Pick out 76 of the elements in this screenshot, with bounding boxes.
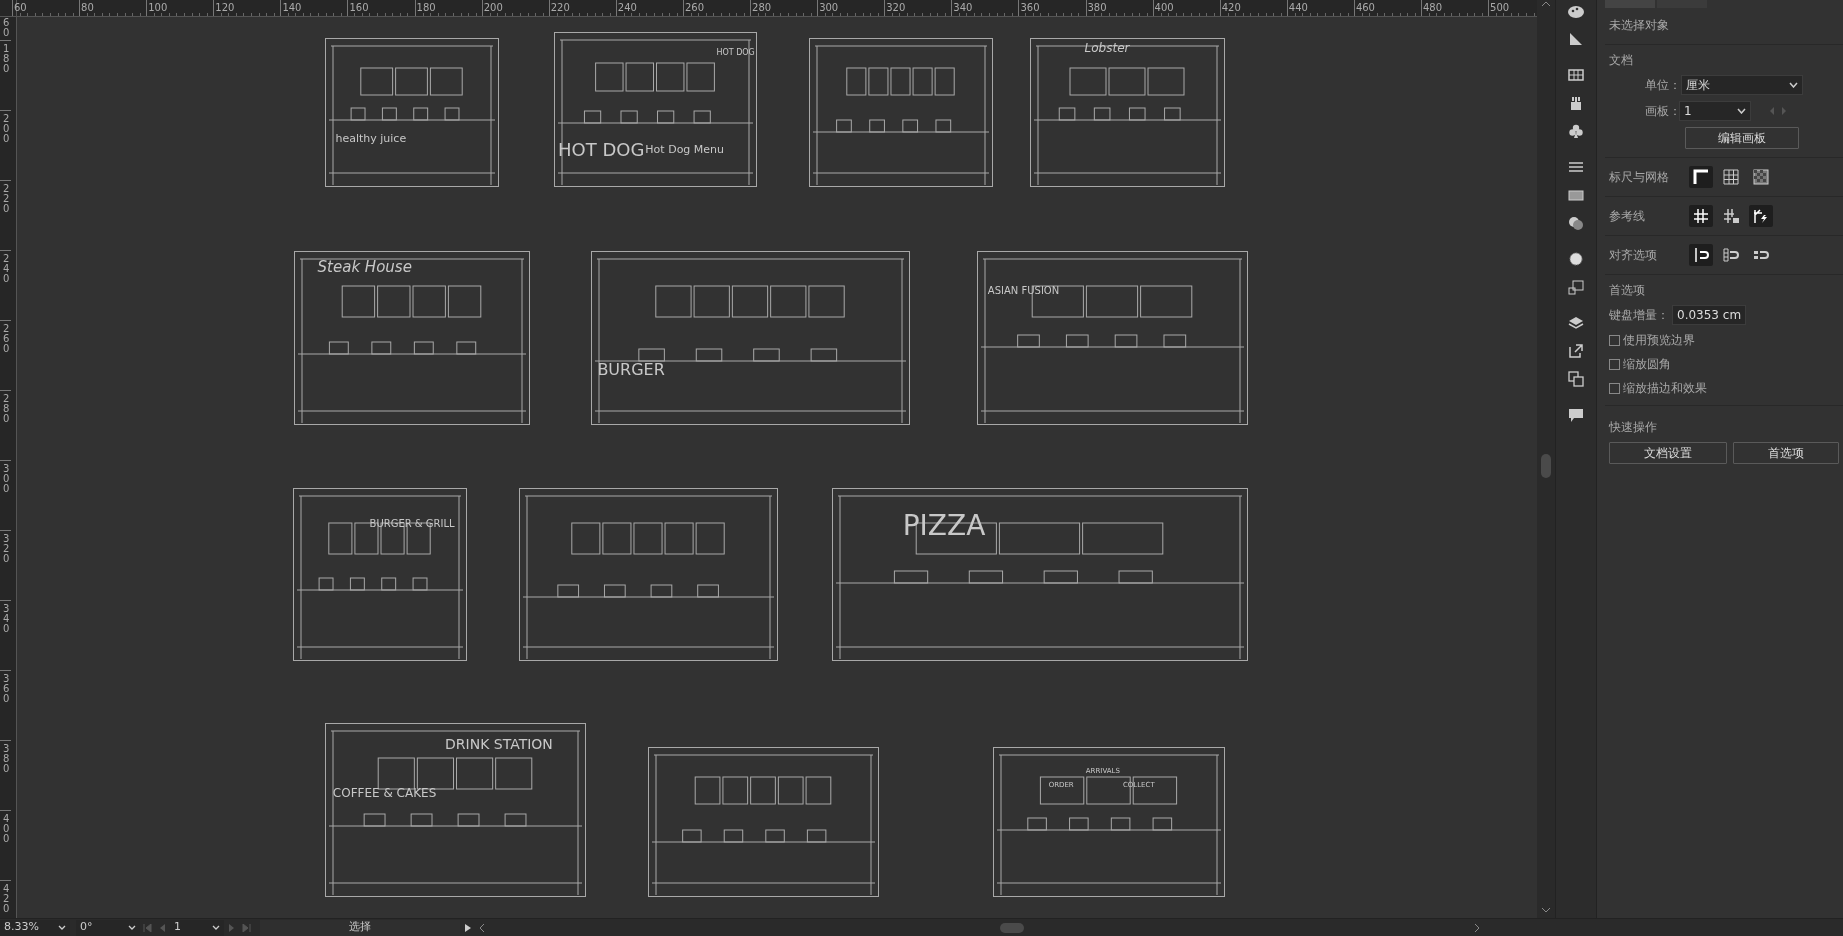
scroll-down-icon <box>1541 906 1551 914</box>
ruler-label: 280 <box>0 390 11 460</box>
sign-text: Steak House <box>317 259 412 275</box>
ruler-label: 300 <box>0 460 11 530</box>
ruler-label: 260 <box>0 320 11 390</box>
ruler-label: 240 <box>0 250 11 320</box>
ruler-label: 340 <box>0 600 11 670</box>
transform-icon[interactable] <box>1567 278 1585 296</box>
ruler-label: 200 <box>0 110 11 180</box>
zoom-dropdown[interactable]: 8.33% <box>0 919 70 936</box>
checkbox-label: 使用预览边界 <box>1623 332 1695 349</box>
quick-action-button[interactable]: 首选项 <box>1733 442 1839 464</box>
overlap-circles-icon[interactable] <box>1567 214 1585 232</box>
sign-text: Lobster <box>1084 42 1130 55</box>
ruler-label: 400 <box>0 810 11 880</box>
copy-icon[interactable] <box>1567 370 1585 388</box>
smart-guides-icon[interactable] <box>1749 205 1773 227</box>
section-title: 参考线 <box>1609 208 1646 225</box>
scrollbar-thumb[interactable] <box>1000 922 1024 933</box>
tool-status[interactable]: 选择 <box>260 919 460 936</box>
sign-text: BURGER & GRILL <box>369 519 455 530</box>
checkbox[interactable] <box>1609 334 1620 346</box>
scroll-up-icon <box>1541 0 1551 8</box>
snap-point-icon[interactable] <box>1689 244 1713 266</box>
checkbox-label: 缩放描边和效果 <box>1623 380 1707 397</box>
scroll-left-icon[interactable] <box>478 923 487 932</box>
chevron-down-icon <box>212 925 220 930</box>
ruler-label: 220 <box>0 180 11 250</box>
field-label: 单位： <box>1645 77 1681 94</box>
chevron-down-icon <box>128 925 136 930</box>
checkbox[interactable] <box>1609 382 1620 394</box>
chevron-down-icon <box>1789 82 1798 88</box>
ruler-label: 180 <box>0 40 11 110</box>
scroll-right-icon[interactable] <box>1473 923 1482 932</box>
section-title: 首选项 <box>1609 282 1646 299</box>
unit-dropdown[interactable]: 厘米 <box>1681 75 1803 95</box>
artboard-dropdown[interactable]: 1 <box>1679 101 1751 121</box>
gradient-triangle-icon[interactable] <box>1567 30 1585 48</box>
sign-text: BURGER <box>597 362 665 379</box>
layers-icon[interactable] <box>1567 314 1585 332</box>
club-icon[interactable] <box>1567 122 1585 140</box>
selection-status: 未选择对象 <box>1609 17 1670 34</box>
field-label: 键盘增量： <box>1609 307 1669 324</box>
ruler-label: 60 <box>2 17 11 40</box>
checkbox-label: 缩放圆角 <box>1623 356 1671 373</box>
edit-artboards-button[interactable]: 编辑画板 <box>1685 127 1799 149</box>
checkbox[interactable] <box>1609 358 1620 370</box>
export-icon[interactable] <box>1567 342 1585 360</box>
chevron-down-icon <box>58 925 66 930</box>
comment-icon[interactable] <box>1567 406 1585 424</box>
section-title: 文档 <box>1609 52 1634 69</box>
sign-text: HOT DOG <box>716 49 755 58</box>
grid-icon[interactable] <box>1567 66 1585 84</box>
quick-action-button[interactable]: 文档设置 <box>1609 442 1727 464</box>
chevron-down-icon <box>1737 108 1746 114</box>
section-title: 快速操作 <box>1609 419 1658 436</box>
artboard-number-dropdown[interactable]: 1 <box>170 919 224 936</box>
rotation-dropdown[interactable]: 0° <box>76 919 140 936</box>
section-title: 对齐选项 <box>1609 247 1658 264</box>
guides-icon[interactable] <box>1689 205 1713 227</box>
ruler-label: 320 <box>0 530 11 600</box>
play-icon[interactable] <box>463 923 472 932</box>
increment-field[interactable]: 0.0353 cm <box>1672 305 1747 325</box>
section-title: 标尺与网格 <box>1609 169 1670 186</box>
sign-text: HOT DOG <box>558 140 645 159</box>
ruler-label: 380 <box>0 740 11 810</box>
sign-text: PIZZA <box>902 512 986 541</box>
sign-text: DRINK STATION <box>445 736 553 751</box>
scrollbar-thumb[interactable] <box>1541 454 1551 478</box>
sign-text: COFFEE & CAKES <box>332 787 437 800</box>
sign-text: ASIAN FUSION <box>987 285 1060 296</box>
sign-text: Hot Dog Menu <box>645 143 725 155</box>
ruler-label: 360 <box>0 670 11 740</box>
field-label: 画板： <box>1645 103 1681 120</box>
ruler-icon[interactable] <box>1689 166 1713 188</box>
sign-text: healthy juice <box>335 133 407 145</box>
